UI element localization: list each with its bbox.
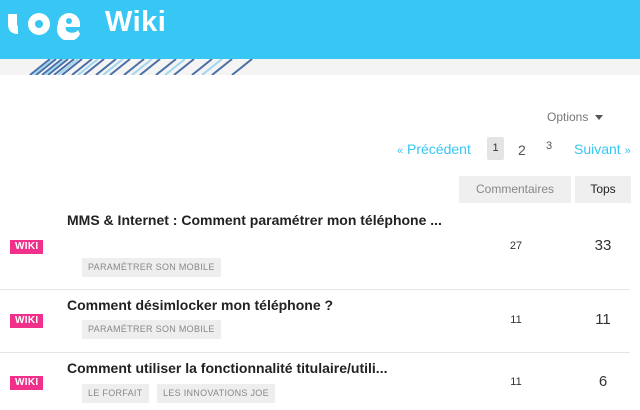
comments-column-header[interactable]: Commentaires [459, 176, 571, 203]
tops-count: 33 [594, 237, 612, 254]
comments-count: 11 [510, 314, 522, 326]
page-2-button[interactable]: 2 [518, 142, 526, 158]
pagination: « Précédent 1 2 3 Suivant » [0, 137, 640, 163]
tag-les-innovations-joe[interactable]: LES INNOVATIONS JOE [157, 384, 275, 403]
page-3-button[interactable]: 3 [546, 140, 552, 152]
joe-logo-icon [8, 13, 80, 42]
topic-title-link[interactable]: Comment désimlocker mon téléphone ? [67, 294, 457, 316]
options-dropdown[interactable]: Options [547, 110, 604, 124]
joe-logo[interactable] [6, 10, 91, 42]
topic-row: WIKI MMS & Internet : Comment paramétrer… [0, 205, 640, 289]
site-title[interactable]: Wiki [105, 6, 166, 39]
caret-down-icon [595, 114, 604, 120]
double-left-arrow-icon: « [397, 145, 404, 157]
previous-label: Précédent [407, 141, 471, 157]
topic-title-link[interactable]: Comment utiliser la fonctionnalité titul… [67, 357, 457, 379]
tag-parametrer-son-mobile[interactable]: PARAMÉTRER SON MOBILE [82, 258, 221, 277]
stripes-decoration [29, 59, 253, 75]
comments-count: 27 [509, 240, 523, 252]
tops-count: 11 [595, 311, 611, 328]
site-header: Wiki [0, 0, 640, 59]
next-label: Suivant [574, 141, 621, 157]
topic-row: WIKI Comment désimlocker mon téléphone ?… [0, 290, 640, 352]
topic-title-link[interactable]: MMS & Internet : Comment paramétrer mon … [67, 209, 457, 231]
page-1-button[interactable]: 1 [487, 137, 504, 160]
double-right-arrow-icon: » [624, 145, 631, 157]
wiki-badge: WIKI [10, 376, 44, 390]
tops-count: 6 [598, 373, 608, 390]
wiki-badge: WIKI [10, 240, 44, 254]
next-page-link[interactable]: Suivant » [574, 141, 631, 157]
previous-page-link[interactable]: « Précédent [397, 141, 471, 157]
tag-le-forfait[interactable]: LE FORFAIT [82, 384, 149, 403]
comments-count: 11 [510, 376, 522, 388]
wiki-badge: WIKI [10, 314, 44, 328]
options-label: Options [547, 110, 589, 124]
tops-column-header[interactable]: Tops [575, 176, 631, 203]
topic-row: WIKI Comment utiliser la fonctionnalité … [0, 353, 640, 410]
tag-parametrer-son-mobile[interactable]: PARAMÉTRER SON MOBILE [82, 320, 221, 339]
decorative-band [0, 59, 640, 75]
